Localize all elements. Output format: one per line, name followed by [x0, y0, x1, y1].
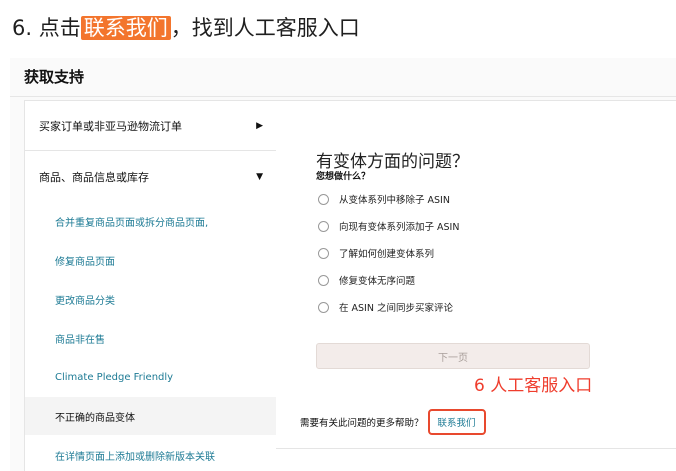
radio-button[interactable]: [318, 247, 329, 259]
content-panel: 有变体方面的问题？ 您想做什么？ 从变体系列中移除子 ASIN 向现有变体系列添…: [276, 100, 676, 471]
step-highlight: 联系我们: [80, 16, 171, 40]
option-fix-variation[interactable]: 修复变体无序问题: [318, 272, 415, 288]
sidebar-category-orders[interactable]: 买家订单或非亚马逊物流订单 ▶: [25, 101, 277, 151]
option-label: 向现有变体系列添加子 ASIN: [339, 222, 460, 233]
option-remove-child-asin[interactable]: 从变体系列中移除子 ASIN: [318, 191, 450, 207]
help-text: 需要有关此问题的更多帮助？: [300, 418, 424, 429]
chevron-right-icon: ▶: [256, 120, 263, 131]
contact-us-link[interactable]: 联系我们: [427, 409, 486, 435]
sidebar-category-products[interactable]: 商品、商品信息或库存 ▼: [25, 152, 277, 202]
support-screenshot: 获取支持 买家订单或非亚马逊物流订单 ▶ 商品、商品信息或库存 ▼ 合并重复商品…: [10, 58, 676, 471]
option-create-variation[interactable]: 了解如何创建变体系列: [318, 245, 434, 261]
step-prefix: 6. 点击: [12, 16, 81, 40]
radio-button[interactable]: [318, 220, 329, 232]
sidebar-category-label: 商品、商品信息或库存: [39, 171, 149, 184]
help-row: 需要有关此问题的更多帮助？ 联系我们: [300, 409, 486, 435]
option-label: 在 ASIN 之间同步买家评论: [339, 303, 453, 314]
radio-button[interactable]: [318, 193, 329, 205]
radio-button[interactable]: [318, 274, 329, 286]
sidebar-item-fix-page[interactable]: 修复商品页面: [25, 241, 277, 279]
sidebar-item-not-for-sale[interactable]: 商品非在售: [25, 319, 277, 357]
option-label: 修复变体无序问题: [339, 276, 416, 287]
option-add-child-asin[interactable]: 向现有变体系列添加子 ASIN: [318, 218, 459, 234]
sidebar-item-version-relation[interactable]: 在详情页面上添加或删除新版本关联: [25, 436, 277, 471]
chevron-down-icon: ▼: [256, 172, 263, 182]
option-label: 了解如何创建变体系列: [339, 249, 435, 260]
sidebar: 买家订单或非亚马逊物流订单 ▶ 商品、商品信息或库存 ▼ 合并重复商品页面或拆分…: [24, 100, 278, 471]
radio-button[interactable]: [318, 301, 329, 313]
option-label: 从变体系列中移除子 ASIN: [339, 195, 450, 206]
sidebar-item-merge-split[interactable]: 合并重复商品页面或拆分商品页面,: [25, 202, 277, 240]
step-instruction: 6. 点击 联系我们 ，找到人工客服入口: [12, 12, 360, 44]
divider: [276, 448, 676, 449]
step-suffix: ，找到人工客服入口: [170, 16, 360, 40]
question-subtitle: 您想做什么？: [316, 172, 371, 182]
annotation-label: 6 人工客服入口: [474, 376, 593, 396]
sidebar-item-climate-pledge[interactable]: Climate Pledge Friendly: [25, 358, 277, 396]
next-page-button[interactable]: 下一页: [316, 343, 590, 369]
option-sync-reviews[interactable]: 在 ASIN 之间同步买家评论: [318, 299, 453, 315]
divider: [10, 96, 676, 97]
sidebar-item-incorrect-variation[interactable]: 不正确的商品变体: [25, 397, 277, 435]
sidebar-category-label: 买家订单或非亚马逊物流订单: [39, 119, 182, 133]
sidebar-item-change-category[interactable]: 更改商品分类: [25, 280, 277, 318]
page-title: 获取支持: [24, 68, 85, 86]
